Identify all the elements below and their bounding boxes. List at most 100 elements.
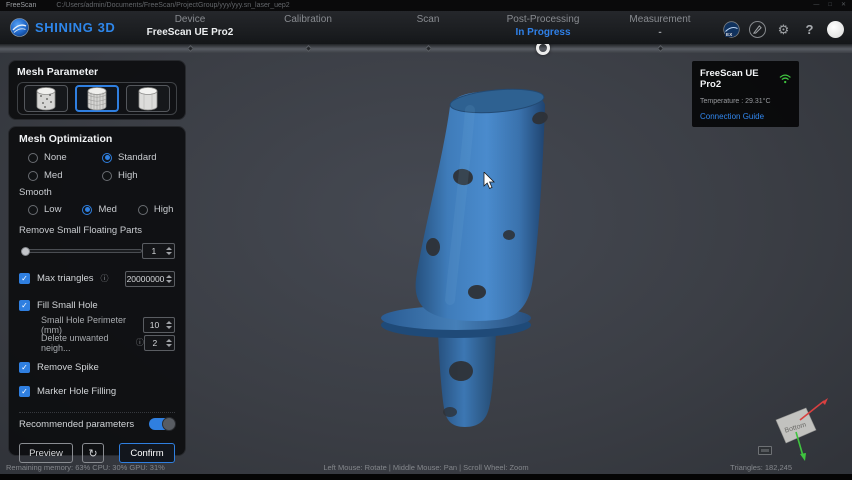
tab-measurement-sub: - [658,27,662,38]
device-temperature: Temperature : 29.31°C [700,98,771,105]
radio-high[interactable]: High [102,170,175,181]
step-dot-device [186,44,195,53]
mouse-cursor [483,172,495,190]
compass-icon[interactable] [749,21,766,38]
keyboard-hint-icon[interactable] [758,446,772,455]
radio-med[interactable]: Med [28,170,102,181]
radio-none[interactable]: None [28,152,102,163]
nav-icon-group: EX ⚙ ? [723,21,844,38]
app-name: FreeScan [6,2,37,9]
axis-plane-label: Bottom [784,421,807,434]
mesh-parameter-panel: Mesh Parameter [8,60,186,120]
x-axis-arrow-icon [822,398,828,405]
remove-small-floating-parts-row: 1 [19,242,175,260]
tab-post-processing[interactable]: Post-Processing In Progress [478,13,608,39]
remove-small-floating-parts-label: Remove Small Floating Parts [19,225,143,236]
checkbox-fill-small-hole[interactable]: ✓ [19,300,30,311]
marker-hole-filling-row: ✓ Marker Hole Filling [19,383,175,400]
minimize-icon[interactable]: — [813,0,819,11]
radio-circle-icon [102,170,112,181]
small-hole-perimeter-stepper[interactable]: 10 [142,316,175,333]
radio-smooth-med[interactable]: Med [82,204,117,215]
ex-badge: EX [725,32,734,37]
cylinder-mesh-icon [87,86,107,110]
mesh-parameter-title: Mesh Parameter [17,66,99,78]
radio-circle-icon [137,204,148,215]
wifi-icon [779,74,791,84]
confirm-button[interactable]: Confirm [119,443,175,463]
globe-ex-icon[interactable]: EX [723,21,740,38]
freescan-app-window: FreeScan C:/Users/admin/Documents/FreeSc… [0,0,852,480]
help-glyph: ? [805,22,814,37]
tab-calibration[interactable]: Calibration [243,13,373,26]
project-file-path: C:/Users/admin/Documents/FreeScan/Projec… [56,2,290,9]
stepper-arrows-icon[interactable] [165,320,174,329]
quality-radio-group: None Standard Med High [19,152,175,181]
stepper-arrows-icon[interactable] [165,274,174,283]
tab-scan[interactable]: Scan [363,13,493,26]
checkbox-max-triangles[interactable]: ✓ [19,273,30,284]
preview-button[interactable]: Preview [19,443,73,463]
radio-smooth-low[interactable]: Low [28,204,61,215]
device-info-panel: FreeScan UE Pro2 Temperature : 29.31°C C… [692,61,799,127]
max-triangles-stepper[interactable]: 20000000 [125,270,175,287]
stepper-arrows-icon[interactable] [165,247,174,255]
gear-glyph: ⚙ [777,22,790,37]
max-triangles-row: ✓ Max triangles ⓘ 20000000 [19,270,175,287]
toggle-knob [162,417,176,431]
tab-device[interactable]: Device FreeScan UE Pro2 [125,13,255,39]
small-hole-perimeter-label: Small Hole Perimeter (mm) [41,314,127,335]
mesh-detail-sparse-button[interactable] [24,85,68,112]
max-triangles-value: 20000000 [126,273,165,284]
delete-unwanted-stepper[interactable]: 2 [143,334,175,351]
action-buttons-row: Preview ↻ Confirm [19,443,175,463]
check-icon: ✓ [21,301,28,310]
bottom-strip [0,474,852,480]
radio-standard-label: Standard [118,152,157,163]
slider-thumb[interactable] [21,247,30,256]
brand-name: SHINING 3D [35,20,116,35]
tab-measurement[interactable]: Measurement - [595,13,725,39]
cylinder-smooth-icon [138,86,158,110]
radio-smooth-high[interactable]: High [137,204,173,215]
tab-post-processing-status: In Progress [515,27,571,38]
refresh-icon: ↻ [88,447,98,460]
workflow-progress-strip [0,41,852,55]
radio-standard[interactable]: Standard [102,152,175,163]
small-hole-perimeter-row: Small Hole Perimeter (mm) 10 [19,314,175,335]
fill-small-hole-row: ✓ Fill Small Hole [19,297,175,314]
mesh-parameter-options [17,82,177,115]
checkbox-remove-spike[interactable]: ✓ [19,362,30,373]
radio-circle-icon [82,204,93,215]
checkbox-marker-hole-filling[interactable]: ✓ [19,386,30,397]
tab-scan-label: Scan [416,14,440,25]
radio-med-label: Med [44,170,63,181]
reset-button[interactable]: ↻ [82,443,104,463]
fill-small-hole-label: Fill Small Hole [37,300,98,311]
tab-post-processing-label: Post-Processing [506,14,580,25]
tab-device-label: Device [174,14,206,25]
orientation-axis-widget[interactable]: Bottom [752,390,852,470]
help-icon[interactable]: ? [801,21,818,38]
close-icon[interactable]: ✕ [841,0,846,11]
info-icon: ⓘ [135,338,144,347]
mesh-detail-standard-button[interactable] [75,85,119,112]
delete-unwanted-label: Delete unwanted neigh... [41,332,109,353]
floating-parts-slider[interactable] [21,247,142,256]
connection-guide-link[interactable]: Connection Guide [700,112,791,121]
floating-parts-stepper[interactable]: 1 [141,243,175,259]
recommended-parameters-toggle[interactable] [149,417,176,431]
marker-hole-filling-label: Marker Hole Filling [37,386,117,397]
brand-logo: SHINING 3D [10,18,115,37]
step-dot-scan [424,44,433,53]
delete-unwanted-value: 2 [152,337,158,348]
check-icon: ✓ [21,274,28,283]
info-icon: ⓘ [100,274,109,283]
radio-circle-icon [28,152,38,163]
mesh-detail-smooth-button[interactable] [126,85,170,112]
maximize-icon[interactable]: □ [828,0,832,11]
user-avatar[interactable] [827,21,844,38]
stepper-arrows-icon[interactable] [165,338,174,347]
settings-gear-icon[interactable]: ⚙ [775,21,792,38]
cylinder-sparse-icon [36,86,56,110]
